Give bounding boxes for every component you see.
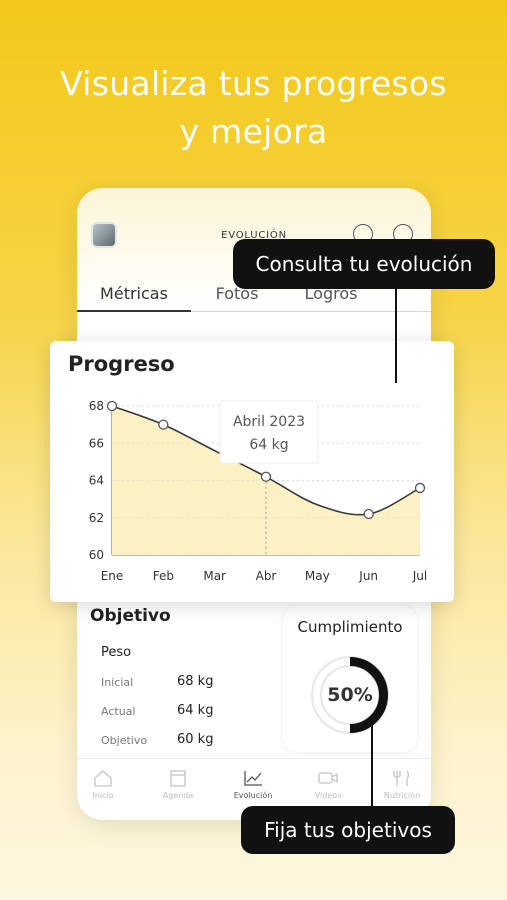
callout-evolution: Consulta tu evolución — [233, 239, 495, 289]
data-point — [260, 471, 272, 482]
home-icon — [94, 770, 112, 787]
tab-metricas[interactable]: Métricas — [77, 284, 191, 312]
nav-item-nutricion[interactable]: Nutrición — [367, 769, 431, 800]
data-point — [414, 482, 426, 494]
x-tick-label: Jun — [358, 569, 378, 583]
nav-label: Nutrición — [383, 791, 421, 800]
compliance-percent: 50% — [327, 684, 373, 706]
y-tick-label: 64 — [89, 474, 104, 488]
objective-row-value: 68 kg — [177, 674, 214, 689]
x-tick-label: Ene — [101, 569, 124, 583]
callout-leader-line — [395, 289, 397, 383]
objective-row-inicial: Inicial 68 kg — [101, 674, 271, 694]
x-tick-label: May — [305, 569, 330, 583]
y-tick-label: 60 — [89, 548, 104, 562]
nav-item-inicio[interactable]: Inicio — [77, 769, 138, 800]
objective-row-actual: Actual 64 kg — [101, 703, 271, 723]
data-point — [158, 419, 169, 430]
objective-row-label: Inicial — [101, 676, 134, 689]
compliance-title: Cumplimiento — [297, 618, 403, 636]
objective-card: Objetivo Peso Inicial 68 kg Actual 64 kg… — [77, 598, 282, 758]
nav-item-agenda[interactable]: Agenda — [143, 769, 213, 800]
nav-label: Inicio — [92, 791, 114, 800]
progress-card: Progreso 68 66 64 62 60 Ene Feb Mar Abr May Jun Jul… — [50, 341, 454, 602]
nav-item-videos[interactable]: Videos — [293, 769, 363, 800]
progress-chart: 68 66 64 62 60 Ene Feb Mar Abr May Jun Jul Abril 202… — [89, 399, 428, 583]
objective-title: Objetivo — [90, 606, 171, 626]
compliance-card: Cumplimiento 50% — [283, 606, 417, 752]
nav-label: Agenda — [162, 791, 194, 800]
calendar-icon — [170, 770, 186, 787]
headline-line-2: y mejora — [179, 112, 328, 151]
y-tick-label: 62 — [89, 511, 104, 525]
x-tick-label: Jul — [412, 569, 427, 583]
y-tick-label: 66 — [89, 436, 104, 450]
nav-label: Videos — [314, 791, 342, 800]
callout-goals: Fija tus objetivos — [241, 806, 455, 854]
headline-line-1: Visualiza tus progresos — [60, 64, 447, 103]
objective-row-label: Objetivo — [101, 734, 148, 747]
x-tick-label: Mar — [203, 569, 226, 583]
chart-icon — [244, 771, 262, 786]
objective-subtitle: Peso — [101, 645, 132, 660]
data-point — [106, 400, 118, 412]
objective-row-value: 64 kg — [177, 703, 214, 718]
objective-row-value: 60 kg — [177, 732, 214, 747]
nav-label: Evolución — [233, 791, 273, 800]
y-tick-label: 68 — [89, 399, 104, 413]
tooltip-date: Abril 2023 — [233, 414, 305, 430]
cutlery-icon — [393, 770, 410, 786]
x-tick-label: Abr — [256, 569, 277, 583]
callout-leader-line — [371, 722, 373, 806]
video-icon — [318, 772, 338, 784]
x-tick-label: Feb — [153, 569, 174, 583]
objective-row-objetivo: Objetivo 60 kg — [101, 732, 271, 752]
nav-item-evolucion[interactable]: Evolución — [218, 769, 288, 800]
tooltip-value: 64 kg — [249, 437, 288, 453]
data-point — [363, 508, 374, 520]
tooltip-box — [219, 400, 319, 464]
objective-row-label: Actual — [101, 705, 136, 718]
headline: Visualiza tus progresos y mejora — [0, 60, 507, 156]
